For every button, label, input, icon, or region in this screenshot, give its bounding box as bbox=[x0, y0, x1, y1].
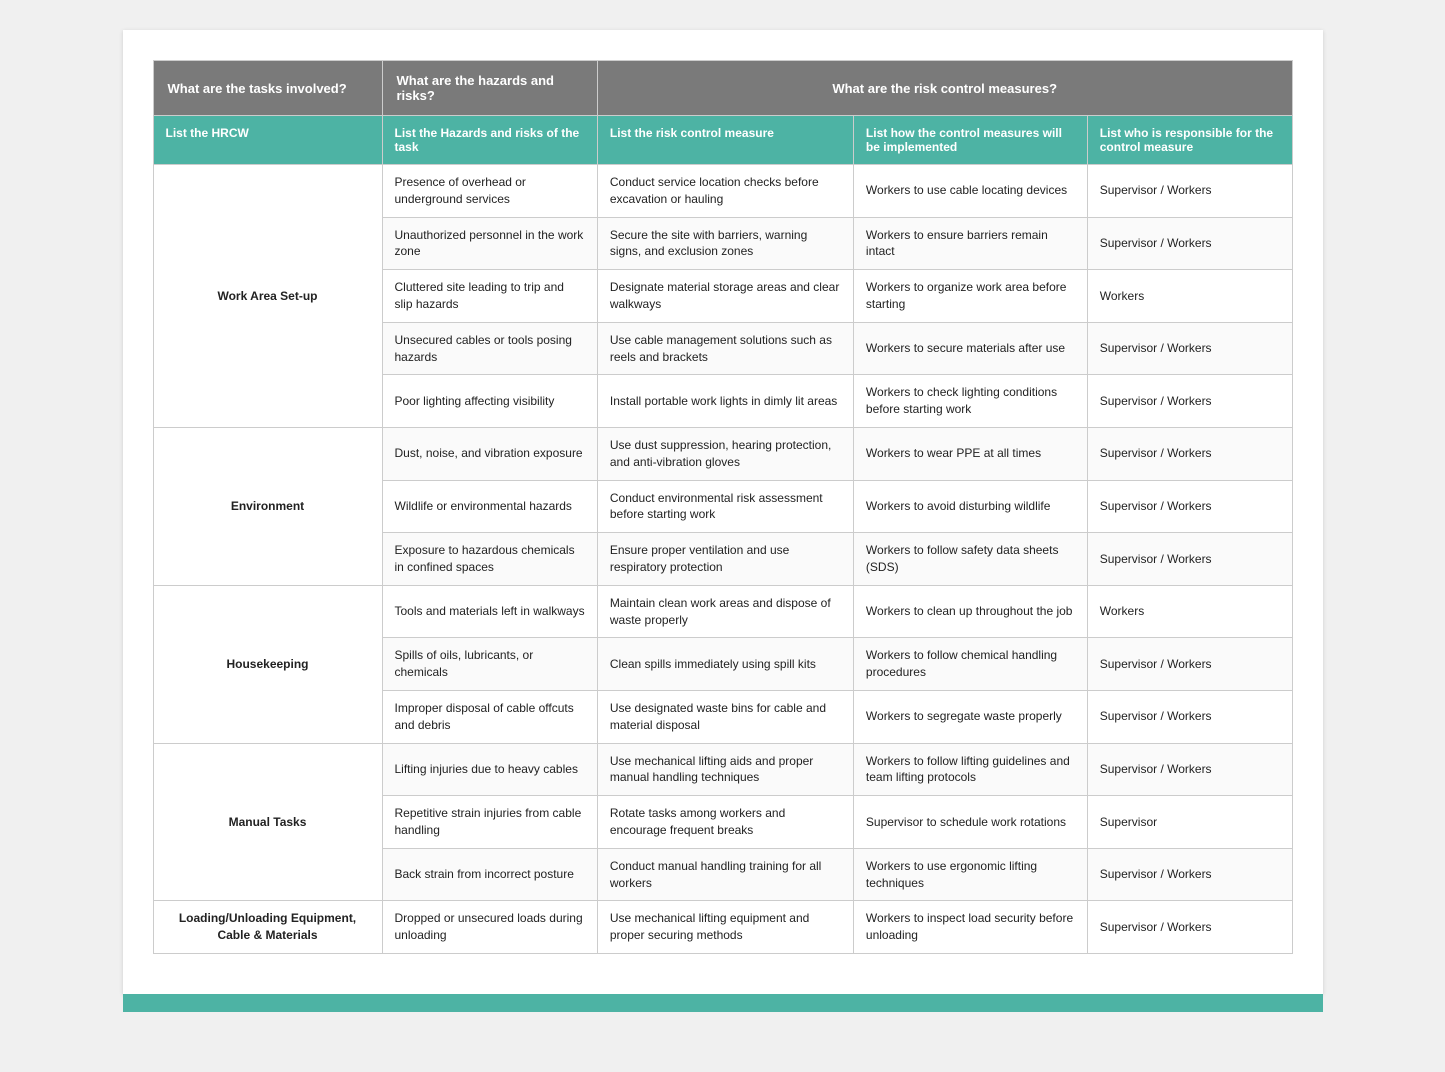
control-cell: Conduct manual handling training for all… bbox=[597, 848, 853, 901]
implementation-cell: Workers to secure materials after use bbox=[853, 322, 1087, 375]
responsible-cell: Supervisor / Workers bbox=[1087, 375, 1292, 428]
h2-col2: List the Hazards and risks of the task bbox=[382, 116, 597, 165]
control-cell: Clean spills immediately using spill kit… bbox=[597, 638, 853, 691]
header-row-1: What are the tasks involved? What are th… bbox=[153, 61, 1292, 116]
h2-col4: List how the control measures will be im… bbox=[853, 116, 1087, 165]
implementation-cell: Workers to clean up throughout the job bbox=[853, 585, 1087, 638]
control-cell: Install portable work lights in dimly li… bbox=[597, 375, 853, 428]
hazard-cell: Tools and materials left in walkways bbox=[382, 585, 597, 638]
hazard-cell: Lifting injuries due to heavy cables bbox=[382, 743, 597, 796]
responsible-cell: Supervisor / Workers bbox=[1087, 848, 1292, 901]
responsible-cell: Supervisor / Workers bbox=[1087, 427, 1292, 480]
responsible-cell: Workers bbox=[1087, 270, 1292, 323]
implementation-cell: Workers to use ergonomic lifting techniq… bbox=[853, 848, 1087, 901]
category-cell: Manual Tasks bbox=[153, 743, 382, 901]
implementation-cell: Supervisor to schedule work rotations bbox=[853, 796, 1087, 849]
category-cell: Loading/Unloading Equipment, Cable & Mat… bbox=[153, 901, 382, 954]
hazard-cell: Cluttered site leading to trip and slip … bbox=[382, 270, 597, 323]
hazard-cell: Back strain from incorrect posture bbox=[382, 848, 597, 901]
table-row: Loading/Unloading Equipment, Cable & Mat… bbox=[153, 901, 1292, 954]
category-cell: Environment bbox=[153, 427, 382, 585]
h1-col2: What are the hazards and risks? bbox=[382, 61, 597, 116]
implementation-cell: Workers to use cable locating devices bbox=[853, 165, 1087, 218]
implementation-cell: Workers to avoid disturbing wildlife bbox=[853, 480, 1087, 533]
responsible-cell: Supervisor / Workers bbox=[1087, 533, 1292, 586]
h2-col5: List who is responsible for the control … bbox=[1087, 116, 1292, 165]
control-cell: Rotate tasks among workers and encourage… bbox=[597, 796, 853, 849]
implementation-cell: Workers to inspect load security before … bbox=[853, 901, 1087, 954]
responsible-cell: Supervisor / Workers bbox=[1087, 901, 1292, 954]
bottom-bar bbox=[123, 994, 1323, 1012]
implementation-cell: Workers to segregate waste properly bbox=[853, 690, 1087, 743]
control-cell: Use cable management solutions such as r… bbox=[597, 322, 853, 375]
implementation-cell: Workers to follow lifting guidelines and… bbox=[853, 743, 1087, 796]
hazard-cell: Presence of overhead or underground serv… bbox=[382, 165, 597, 218]
h1-col1: What are the tasks involved? bbox=[153, 61, 382, 116]
responsible-cell: Supervisor / Workers bbox=[1087, 322, 1292, 375]
h2-col3: List the risk control measure bbox=[597, 116, 853, 165]
responsible-cell: Supervisor / Workers bbox=[1087, 217, 1292, 270]
control-cell: Designate material storage areas and cle… bbox=[597, 270, 853, 323]
table-row: HousekeepingTools and materials left in … bbox=[153, 585, 1292, 638]
control-cell: Maintain clean work areas and dispose of… bbox=[597, 585, 853, 638]
hazard-cell: Repetitive strain injuries from cable ha… bbox=[382, 796, 597, 849]
responsible-cell: Supervisor / Workers bbox=[1087, 165, 1292, 218]
hazard-cell: Exposure to hazardous chemicals in confi… bbox=[382, 533, 597, 586]
control-cell: Use designated waste bins for cable and … bbox=[597, 690, 853, 743]
implementation-cell: Workers to ensure barriers remain intact bbox=[853, 217, 1087, 270]
responsible-cell: Supervisor / Workers bbox=[1087, 690, 1292, 743]
implementation-cell: Workers to wear PPE at all times bbox=[853, 427, 1087, 480]
control-cell: Secure the site with barriers, warning s… bbox=[597, 217, 853, 270]
implementation-cell: Workers to follow chemical handling proc… bbox=[853, 638, 1087, 691]
control-cell: Ensure proper ventilation and use respir… bbox=[597, 533, 853, 586]
control-cell: Conduct service location checks before e… bbox=[597, 165, 853, 218]
implementation-cell: Workers to organize work area before sta… bbox=[853, 270, 1087, 323]
h2-col1: List the HRCW bbox=[153, 116, 382, 165]
risk-table: What are the tasks involved? What are th… bbox=[153, 60, 1293, 954]
responsible-cell: Supervisor bbox=[1087, 796, 1292, 849]
hazard-cell: Spills of oils, lubricants, or chemicals bbox=[382, 638, 597, 691]
control-cell: Use mechanical lifting equipment and pro… bbox=[597, 901, 853, 954]
implementation-cell: Workers to follow safety data sheets (SD… bbox=[853, 533, 1087, 586]
responsible-cell: Supervisor / Workers bbox=[1087, 480, 1292, 533]
table-row: Manual TasksLifting injuries due to heav… bbox=[153, 743, 1292, 796]
control-cell: Use dust suppression, hearing protection… bbox=[597, 427, 853, 480]
responsible-cell: Supervisor / Workers bbox=[1087, 743, 1292, 796]
category-cell: Work Area Set-up bbox=[153, 165, 382, 428]
table-row: Work Area Set-upPresence of overhead or … bbox=[153, 165, 1292, 218]
responsible-cell: Supervisor / Workers bbox=[1087, 638, 1292, 691]
hazard-cell: Unauthorized personnel in the work zone bbox=[382, 217, 597, 270]
implementation-cell: Workers to check lighting conditions bef… bbox=[853, 375, 1087, 428]
header-row-2: List the HRCW List the Hazards and risks… bbox=[153, 116, 1292, 165]
control-cell: Use mechanical lifting aids and proper m… bbox=[597, 743, 853, 796]
hazard-cell: Dropped or unsecured loads during unload… bbox=[382, 901, 597, 954]
hazard-cell: Dust, noise, and vibration exposure bbox=[382, 427, 597, 480]
hazard-cell: Improper disposal of cable offcuts and d… bbox=[382, 690, 597, 743]
hazard-cell: Wildlife or environmental hazards bbox=[382, 480, 597, 533]
h1-col3: What are the risk control measures? bbox=[597, 61, 1292, 116]
responsible-cell: Workers bbox=[1087, 585, 1292, 638]
hazard-cell: Poor lighting affecting visibility bbox=[382, 375, 597, 428]
table-row: EnvironmentDust, noise, and vibration ex… bbox=[153, 427, 1292, 480]
hazard-cell: Unsecured cables or tools posing hazards bbox=[382, 322, 597, 375]
category-cell: Housekeeping bbox=[153, 585, 382, 743]
control-cell: Conduct environmental risk assessment be… bbox=[597, 480, 853, 533]
